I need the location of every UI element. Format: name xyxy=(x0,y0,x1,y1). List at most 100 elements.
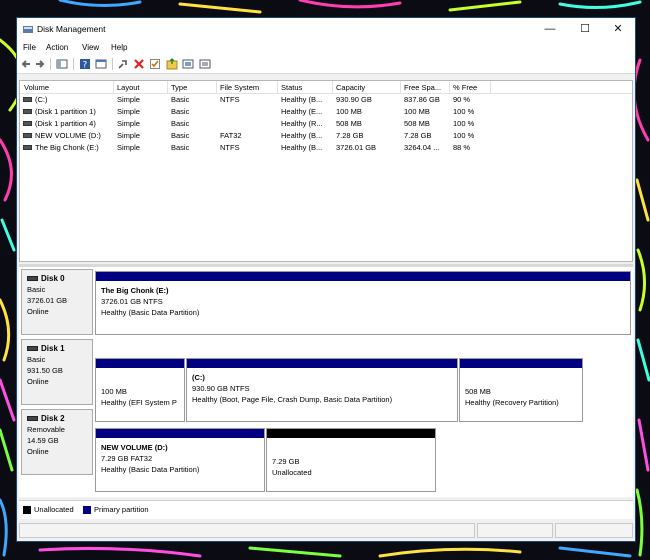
partition-title: The Big Chonk (E:) xyxy=(101,286,169,295)
legend-label-primary: Primary partition xyxy=(94,505,149,514)
primary-partition-bar xyxy=(96,429,264,438)
rescan-icon[interactable] xyxy=(182,58,194,70)
partition-recovery[interactable]: 508 MB Healthy (Recovery Partition) xyxy=(459,358,583,422)
volume-status: Healthy (E... xyxy=(281,107,323,116)
partition-size: 930.90 GB NTFS xyxy=(192,384,250,393)
disk-1-label[interactable]: Disk 1 Basic 931.50 GB Online xyxy=(21,339,93,405)
volume-row[interactable]: (Disk 1 partition 4) Simple Basic Health… xyxy=(20,118,632,130)
volume-row[interactable]: The Big Chonk (E:) Simple Basic NTFS Hea… xyxy=(20,142,632,154)
menu-action[interactable]: Action xyxy=(46,43,68,52)
disk-size: 14.59 GB xyxy=(27,436,59,445)
legend: Unallocated Primary partition xyxy=(19,500,633,519)
svg-text:?: ? xyxy=(83,61,88,71)
partition-c[interactable]: (C:) 930.90 GB NTFS Healthy (Boot, Page … xyxy=(186,358,458,422)
disk-icon xyxy=(27,416,38,422)
column-header-type[interactable]: Type xyxy=(171,83,187,92)
partition-big-chonk[interactable]: The Big Chonk (E:) 3726.01 GB NTFS Healt… xyxy=(95,271,631,335)
primary-partition-bar xyxy=(187,359,457,368)
properties-icon[interactable] xyxy=(95,58,107,70)
volume-row[interactable]: (Disk 1 partition 1) Simple Basic Health… xyxy=(20,106,632,118)
volume-capacity: 3726.01 GB xyxy=(336,143,377,152)
column-header-file-system[interactable]: File System xyxy=(220,83,259,92)
delete-icon[interactable] xyxy=(133,58,145,70)
menu-file[interactable]: File xyxy=(23,43,36,52)
volume-percent-free: 88 % xyxy=(453,143,471,152)
column-header-percent-free[interactable]: % Free xyxy=(453,83,477,92)
back-arrow-icon[interactable] xyxy=(20,58,32,70)
close-button[interactable]: ✕ xyxy=(601,18,635,40)
volume-status: Healthy (B... xyxy=(281,143,323,152)
menu-view[interactable]: View xyxy=(82,43,99,52)
partition-status: Healthy (Recovery Partition) xyxy=(465,398,559,407)
volume-icon xyxy=(23,145,32,151)
volume-percent-free: 100 % xyxy=(453,107,475,116)
volume-status: Healthy (R... xyxy=(281,119,323,128)
volume-capacity: 100 MB xyxy=(336,107,362,116)
volume-layout: Simple xyxy=(117,131,140,140)
disk-icon xyxy=(27,346,38,352)
maximize-button[interactable]: ☐ xyxy=(568,18,602,40)
column-header-capacity[interactable]: Capacity xyxy=(336,83,365,92)
volume-status: Healthy (B... xyxy=(281,131,323,140)
volume-list-header: Volume Layout Type File System Status Ca… xyxy=(20,81,632,94)
disk-state: Online xyxy=(27,307,49,316)
console-tree-icon[interactable] xyxy=(56,58,68,70)
partition-new-volume[interactable]: NEW VOLUME (D:) 7.29 GB FAT32 Healthy (B… xyxy=(95,428,265,492)
disk-name: Disk 2 xyxy=(41,414,65,423)
partition-size: 7.29 GB FAT32 xyxy=(101,454,153,463)
volume-layout: Simple xyxy=(117,143,140,152)
column-header-status[interactable]: Status xyxy=(281,83,302,92)
column-header-free-space[interactable]: Free Spa... xyxy=(404,83,441,92)
partition-status: Unallocated xyxy=(272,468,312,477)
partition-unallocated[interactable]: 7.29 GB Unallocated xyxy=(266,428,436,492)
volume-free-space: 837.86 GB xyxy=(404,95,440,104)
volume-type: Basic xyxy=(171,95,190,104)
volume-file-system: NTFS xyxy=(220,143,240,152)
check-icon[interactable] xyxy=(149,58,161,70)
disk-state: Online xyxy=(27,447,49,456)
partition-status: Healthy (EFI System P xyxy=(101,398,177,407)
partition-status: Healthy (Basic Data Partition) xyxy=(101,308,200,317)
partition-title: (C:) xyxy=(192,373,205,382)
status-panel xyxy=(19,523,475,538)
disk-graphical-view: Disk 0 Basic 3726.01 GB Online The Big C… xyxy=(19,267,633,497)
window-title: Disk Management xyxy=(37,24,106,34)
disk-2-label[interactable]: Disk 2 Removable 14.59 GB Online xyxy=(21,409,93,475)
disk-type: Basic xyxy=(27,285,46,294)
volume-name: NEW VOLUME (D:) xyxy=(23,131,111,140)
column-header-layout[interactable]: Layout xyxy=(117,83,140,92)
volume-row[interactable]: NEW VOLUME (D:) Simple Basic FAT32 Healt… xyxy=(20,130,632,142)
volume-name: (C:) xyxy=(23,95,111,104)
volume-status: Healthy (B... xyxy=(281,95,323,104)
refresh-icon[interactable] xyxy=(166,58,178,70)
partition-size: 100 MB xyxy=(101,387,127,396)
title-bar[interactable]: Disk Management — ☐ ✕ xyxy=(17,18,635,40)
help-icon[interactable]: ? xyxy=(79,58,91,70)
settings-icon[interactable] xyxy=(199,58,211,70)
disk-name: Disk 1 xyxy=(41,344,65,353)
volume-name: (Disk 1 partition 4) xyxy=(23,119,111,128)
connect-icon[interactable] xyxy=(117,58,129,70)
volume-capacity: 508 MB xyxy=(336,119,362,128)
disk-state: Online xyxy=(27,377,49,386)
menu-bar: File Action View Help xyxy=(17,40,635,55)
partition-efi[interactable]: 100 MB Healthy (EFI System P xyxy=(95,358,185,422)
unallocated-bar xyxy=(267,429,435,438)
disk-0-label[interactable]: Disk 0 Basic 3726.01 GB Online xyxy=(21,269,93,335)
volume-name: The Big Chonk (E:) xyxy=(23,143,111,152)
menu-help[interactable]: Help xyxy=(111,43,127,52)
partition-title: NEW VOLUME (D:) xyxy=(101,443,168,452)
forward-arrow-icon[interactable] xyxy=(34,58,46,70)
column-header-volume[interactable]: Volume xyxy=(24,83,49,92)
volume-free-space: 508 MB xyxy=(404,119,430,128)
volume-percent-free: 100 % xyxy=(453,131,475,140)
volume-row[interactable]: (C:) Simple Basic NTFS Healthy (B... 930… xyxy=(20,94,632,106)
minimize-button[interactable]: — xyxy=(533,18,567,40)
volume-list[interactable]: Volume Layout Type File System Status Ca… xyxy=(19,80,633,262)
toolbar: ? xyxy=(17,55,635,74)
volume-icon xyxy=(23,109,32,115)
partition-status: Healthy (Boot, Page File, Crash Dump, Ba… xyxy=(192,395,393,404)
volume-free-space: 3264.04 ... xyxy=(404,143,440,152)
status-bar xyxy=(17,520,635,541)
volume-layout: Simple xyxy=(117,119,140,128)
